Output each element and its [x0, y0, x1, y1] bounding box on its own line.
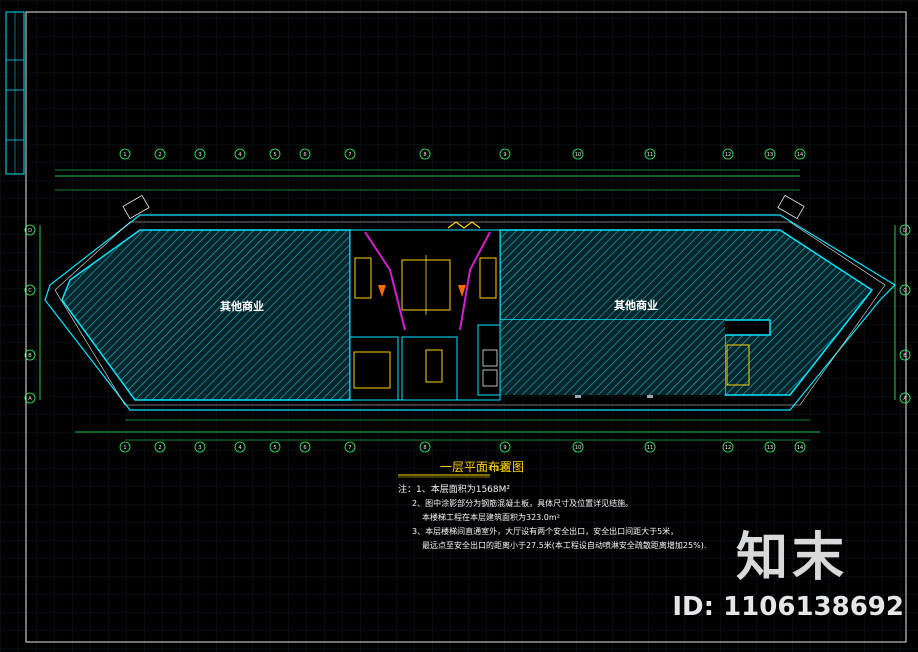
watermark-logo: 知末 [735, 528, 848, 588]
axis-bubble-side-label: D [903, 228, 907, 234]
note-line: 注：1、本层面积为1568M² [398, 483, 510, 495]
axis-bubble-label: 5 [273, 152, 276, 158]
note-line: 本楼梯工程在本层建筑面积为323.0m² [422, 512, 560, 522]
axis-bubble-label: 12 [725, 445, 731, 451]
axis-bubble-label: 13 [767, 152, 773, 158]
axis-bubble-label: 5 [273, 445, 276, 451]
axis-bubble-label: 3 [198, 445, 201, 451]
axis-bubble-label: 6 [303, 445, 306, 451]
note-line: 2、图中涂影部分为钢筋混凝土板，具体尺寸及位置详见结施。 [412, 498, 633, 508]
drawing-title: 一层平面布置图 [440, 460, 524, 474]
axis-bubble-label: 13 [767, 445, 773, 451]
axis-bubble-label: 2 [158, 445, 161, 451]
axis-bubble-label: 4 [238, 152, 241, 158]
axis-bubble-side-label: D [28, 228, 32, 234]
axis-bubble-label: 1 [123, 445, 126, 451]
axis-bubble-side-label: C [28, 288, 32, 294]
axis-bubble-label: 8 [423, 445, 426, 451]
axis-bubble-label: 14 [797, 445, 803, 451]
note-line: 3、本层楼梯间直通室外，大厅设有两个安全出口，安全出口间距大于5米， [412, 526, 678, 536]
axis-bubble-label: 14 [797, 152, 803, 158]
central-lobby [349, 221, 501, 401]
axis-bubble-label: 10 [575, 445, 581, 451]
axis-bubble-side-label: B [28, 353, 32, 359]
axis-bubble-label: 6 [303, 152, 306, 158]
axis-bubble-side-label: C [903, 288, 907, 294]
retail-area-right-lower [500, 320, 725, 395]
axis-bubble-label: 10 [575, 152, 581, 158]
axis-bubble-label: 8 [423, 152, 426, 158]
axis-bubble-label: 7 [348, 445, 351, 451]
room-label-right: 其他商业 [614, 298, 658, 312]
axis-bubble-label: 3 [198, 152, 201, 158]
axis-bubble-label: 7 [348, 152, 351, 158]
axis-bubble-side-label: B [903, 353, 907, 359]
watermark-id: ID: 1106138692 [672, 592, 904, 622]
drawing-scale: 1:120 [488, 464, 508, 472]
axis-bubble-label: 11 [647, 152, 653, 158]
axis-bubble-label: 9 [503, 152, 506, 158]
axis-bubble-label: 2 [158, 152, 161, 158]
axis-bubble-side-label: A [903, 396, 907, 402]
axis-bubble-label: 11 [647, 445, 653, 451]
axis-bubble-label: 12 [725, 152, 731, 158]
axis-bubble-label: 1 [123, 152, 126, 158]
axis-bubble-label: 9 [503, 445, 506, 451]
axis-bubble-side-label: A [28, 396, 32, 402]
room-label-left: 其他商业 [220, 299, 264, 313]
note-line: 最远点至安全出口的距离小于27.5米(本工程设自动喷淋安全疏散距离增加25%). [422, 540, 706, 550]
axis-bubble-label: 4 [238, 445, 241, 451]
